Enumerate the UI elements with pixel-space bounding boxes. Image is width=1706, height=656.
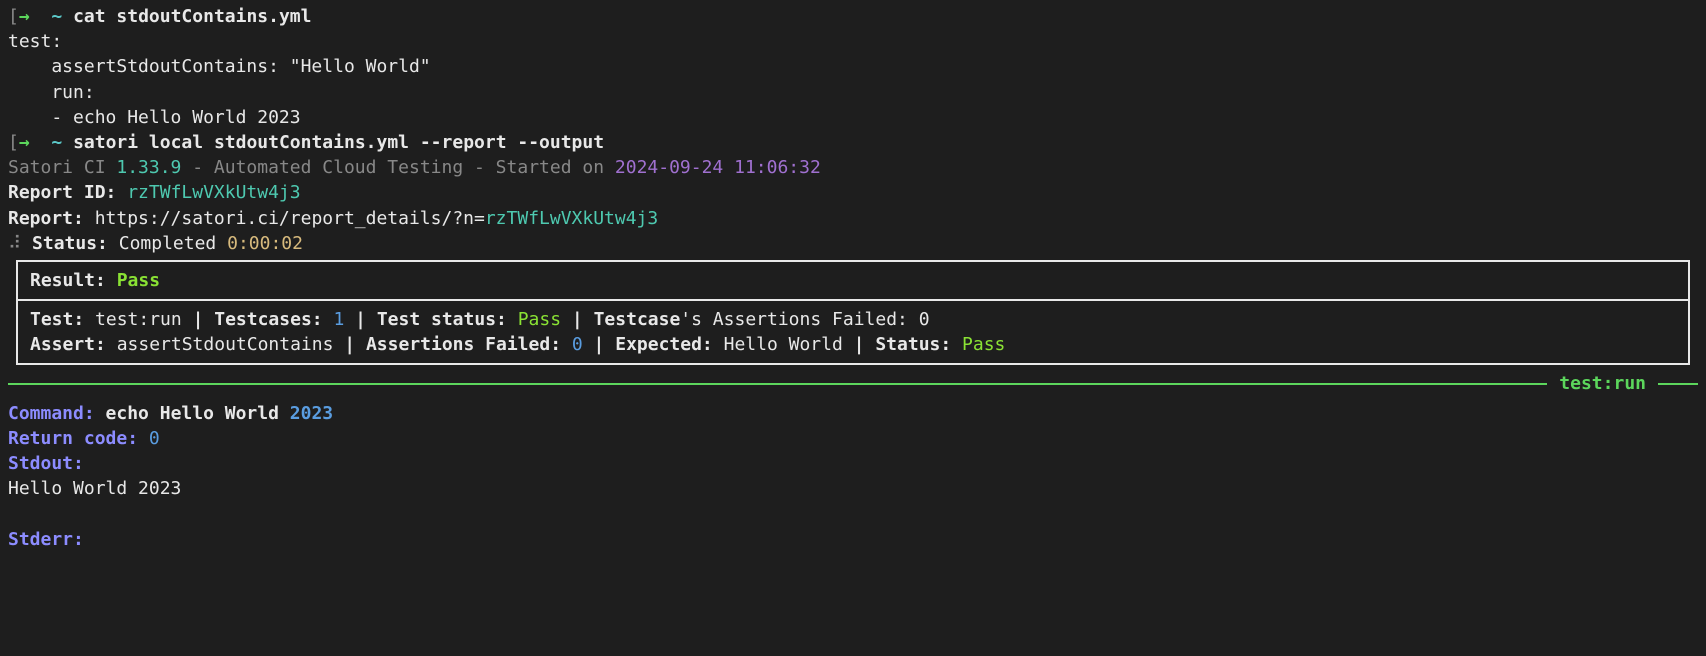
command-line: Command: echo Hello World 2023: [8, 401, 1698, 426]
product-name: Satori CI: [8, 157, 116, 178]
prompt-line-1: [→ ~ cat stdoutContains.yml: [8, 4, 1698, 29]
report-id-label: Report ID:: [8, 182, 127, 203]
stderr-label: Stderr:: [8, 527, 1698, 552]
status-label: Status:: [21, 233, 119, 254]
test-status-value: Pass: [518, 309, 561, 330]
assert-line: Assert: assertStdoutContains | Assertion…: [30, 332, 1676, 357]
report-url-label: Report:: [8, 208, 95, 229]
test-line: Test: test:run | Testcases: 1 | Test sta…: [30, 307, 1676, 332]
stdout-label: Stdout:: [8, 451, 1698, 476]
test-status-label: Test status:: [377, 309, 518, 330]
return-code-label: Return code:: [8, 428, 149, 449]
assert-status-value: Pass: [962, 334, 1005, 355]
assert-label: Assert:: [30, 334, 117, 355]
tilde-icon: ~: [51, 6, 62, 27]
header-line: Satori CI 1.33.9 - Automated Cloud Testi…: [8, 155, 1698, 180]
test-box: Test: test:run | Testcases: 1 | Test sta…: [16, 299, 1690, 365]
result-box: Result: Pass: [16, 260, 1690, 299]
spinner-icon: ⠼: [8, 233, 21, 254]
version: 1.33.9: [116, 157, 181, 178]
report-id-line: Report ID: rzTWfLwVXkUtw4j3: [8, 180, 1698, 205]
command-year: 2023: [290, 403, 333, 424]
status-value: Completed: [119, 233, 227, 254]
assert-status-label: Status:: [875, 334, 962, 355]
assertions-failed-label: Testcase: [594, 309, 681, 330]
rule-line-right: [1658, 383, 1698, 385]
start-date: 2024-09-24: [615, 157, 723, 178]
assert-failed-label: Assertions Failed:: [366, 334, 572, 355]
yaml-line-4: - echo Hello World 2023: [8, 105, 1698, 130]
header-desc: - Automated Cloud Testing - Started on: [181, 157, 614, 178]
report-url-line: Report: https://satori.ci/report_details…: [8, 206, 1698, 231]
test-value: test:run: [95, 309, 182, 330]
yaml-line-2: assertStdoutContains: "Hello World": [8, 54, 1698, 79]
command-1: cat stdoutContains.yml: [73, 6, 311, 27]
result-value: Pass: [117, 270, 160, 291]
yaml-line-1: test:: [8, 29, 1698, 54]
test-label: Test:: [30, 309, 95, 330]
assert-failed-value: 0: [572, 334, 583, 355]
prompt-line-2: [→ ~ satori local stdoutContains.yml --r…: [8, 130, 1698, 155]
expected-value: Hello World: [724, 334, 843, 355]
testcases-value: 1: [333, 309, 344, 330]
arrow-icon: →: [19, 6, 30, 27]
expected-label: Expected:: [615, 334, 723, 355]
testcases-label: Testcases:: [214, 309, 333, 330]
rule-label: test:run: [1547, 371, 1658, 396]
report-url-id: rzTWfLwVXkUtw4j3: [485, 208, 658, 229]
assert-value: assertStdoutContains: [117, 334, 334, 355]
status-time: 0:00:02: [227, 233, 303, 254]
yaml-line-3: run:: [8, 80, 1698, 105]
command-label: Command:: [8, 403, 106, 424]
command-2: satori local stdoutContains.yml --report…: [73, 132, 604, 153]
arrow-icon: →: [19, 132, 30, 153]
assertions-failed-value: 0: [919, 309, 930, 330]
section-rule: test:run: [8, 371, 1698, 396]
report-id-value: rzTWfLwVXkUtw4j3: [127, 182, 300, 203]
report-url-base: https://satori.ci/report_details/?n=: [95, 208, 485, 229]
rule-line-left: [8, 383, 1547, 385]
stdout-value: Hello World 2023: [8, 476, 1698, 501]
tilde-icon: ~: [51, 132, 62, 153]
command-value: echo Hello World: [106, 403, 290, 424]
result-label: Result:: [30, 270, 117, 291]
return-code-value: 0: [149, 428, 160, 449]
return-code-line: Return code: 0: [8, 426, 1698, 451]
status-line: ⠼ Status: Completed 0:00:02: [8, 231, 1698, 256]
start-time: 11:06:32: [723, 157, 821, 178]
